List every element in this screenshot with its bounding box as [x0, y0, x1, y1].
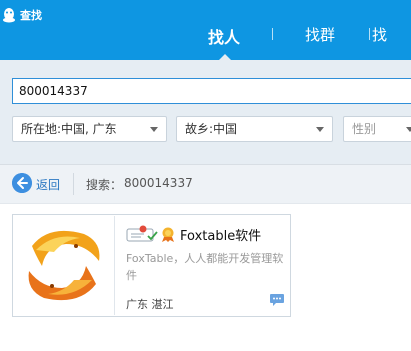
back-button-label: 返回: [36, 178, 61, 192]
search-input[interactable]: [12, 78, 411, 104]
result-name: Foxtable软件: [180, 229, 262, 244]
qq-penguin-icon: [3, 8, 15, 23]
chevron-down-icon: [150, 127, 158, 132]
chevron-down-icon: [316, 127, 324, 132]
search-panel: [0, 60, 411, 164]
tab-find-groups[interactable]: 找群: [305, 24, 335, 45]
tab-divider: [369, 28, 370, 40]
foxtable-logo-avatar: [14, 216, 115, 315]
gender-select[interactable]: 性别: [343, 116, 411, 142]
title-bar: 查找 找人 找群 找: [0, 0, 411, 60]
results-toolbar: 返回 搜索： 800014337: [0, 164, 411, 204]
tab-find-more[interactable]: 找: [372, 24, 387, 45]
certified-badge-icon: [126, 225, 174, 242]
hometown-select[interactable]: 故乡:中国: [176, 116, 333, 142]
result-description: FoxTable，人人都能开发管理软件: [126, 252, 284, 282]
window-title: 查找: [20, 9, 42, 22]
tab-find-people[interactable]: 找人: [208, 24, 240, 48]
result-card-info: Foxtable软件 FoxTable，人人都能开发管理软件 广东 湛江: [126, 221, 288, 313]
search-summary-label: 搜索：: [86, 178, 123, 192]
tab-divider: [272, 28, 273, 40]
location-select[interactable]: 所在地:中国, 广东: [12, 116, 167, 142]
toolbar-divider: [73, 173, 74, 195]
back-arrow-icon: [12, 173, 32, 193]
chat-bubble-icon[interactable]: [269, 293, 285, 307]
search-summary-value: 800014337: [124, 176, 193, 190]
chevron-down-icon: [406, 127, 411, 132]
result-card[interactable]: Foxtable软件 FoxTable，人人都能开发管理软件 广东 湛江: [12, 214, 291, 317]
result-location: 广东 湛江: [126, 298, 174, 311]
gender-select-placeholder: 性别: [352, 122, 377, 136]
hometown-select-value: 故乡:中国: [185, 122, 238, 136]
location-select-value: 所在地:中国, 广东: [21, 122, 117, 136]
